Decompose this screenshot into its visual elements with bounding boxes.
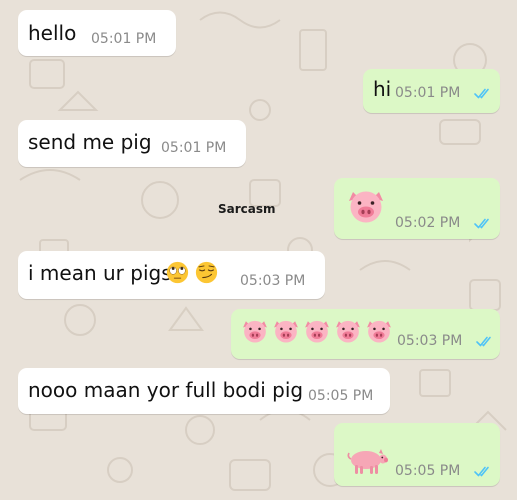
pig-face-icon (367, 320, 391, 343)
double-check-icon (476, 336, 491, 347)
message-bubble-incoming[interactable]: nooo maan yor full bodi pig 05:05 PM (18, 368, 390, 414)
message-timestamp: 05:05 PM (395, 463, 461, 479)
message-timestamp: 05:03 PM (397, 333, 463, 349)
message-text: send me pig (28, 130, 152, 154)
message-bubble-outgoing[interactable]: 05:02 PM (334, 178, 500, 239)
pig-face-icon (349, 191, 383, 223)
chat-background: Sarcasm hello 05:01 PM hi 05:01 PM send … (0, 0, 517, 500)
message-bubble-outgoing[interactable]: hi 05:01 PM (363, 69, 500, 113)
double-check-icon (474, 88, 489, 99)
pig-icon (347, 448, 389, 475)
smirking-face-icon (195, 261, 218, 284)
pig-face-icon (274, 320, 298, 343)
pig-face-icon (336, 320, 360, 343)
message-timestamp: 05:01 PM (161, 140, 227, 156)
message-text: i mean ur pigs (28, 261, 172, 285)
message-bubble-outgoing[interactable]: 05:05 PM (334, 423, 500, 486)
message-bubble-incoming[interactable]: hello 05:01 PM (18, 10, 176, 56)
message-timestamp: 05:02 PM (395, 215, 461, 231)
message-text: nooo maan yor full bodi pig (28, 378, 304, 402)
double-check-icon (474, 466, 489, 477)
double-check-icon (474, 218, 489, 229)
message-timestamp: 05:01 PM (395, 85, 461, 101)
face-with-rolling-eyes-icon (166, 261, 189, 284)
message-timestamp: 05:05 PM (308, 388, 374, 404)
message-text: hi (373, 77, 392, 101)
watermark-label: Sarcasm (218, 202, 276, 216)
pig-face-icon (305, 320, 329, 343)
pig-face-icon (243, 320, 267, 343)
message-timestamp: 05:03 PM (240, 273, 306, 289)
message-timestamp: 05:01 PM (91, 31, 157, 47)
message-bubble-incoming[interactable]: i mean ur pigs 05:03 PM (18, 251, 325, 299)
message-bubble-outgoing[interactable]: 05:03 PM (231, 309, 500, 359)
message-bubble-incoming[interactable]: send me pig 05:01 PM (18, 120, 246, 167)
message-text: hello (28, 21, 77, 45)
